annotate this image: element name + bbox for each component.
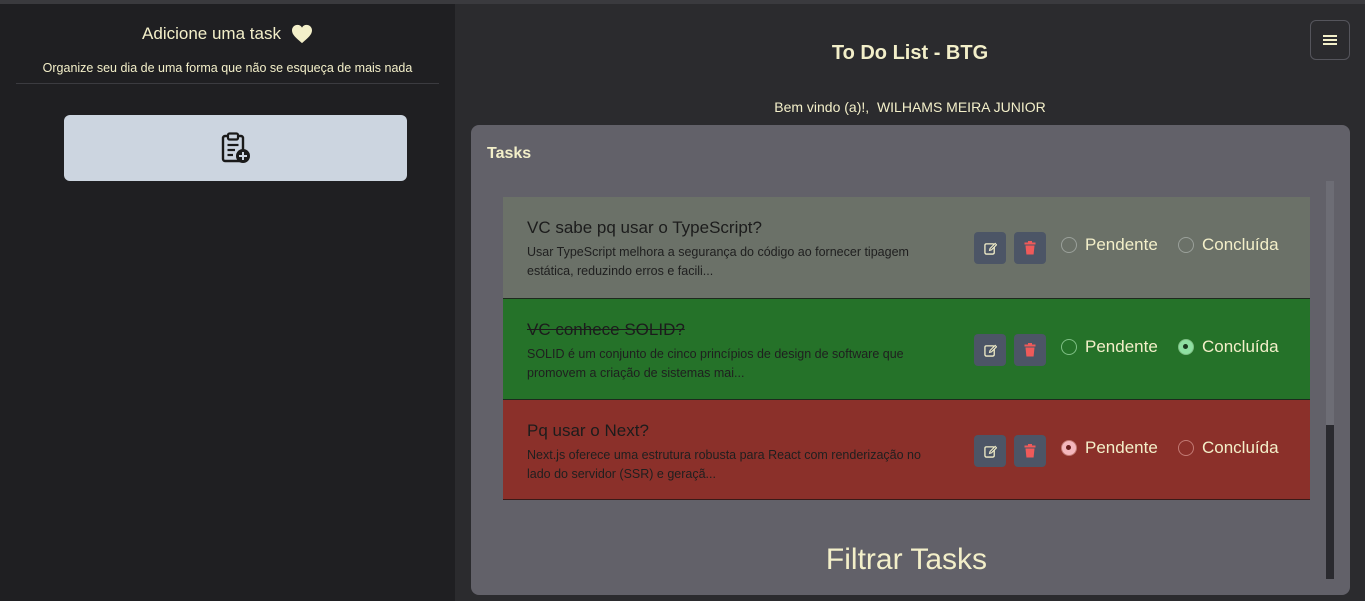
status-done-option[interactable]: Concluída <box>1178 438 1279 458</box>
pending-label: Pendente <box>1085 235 1158 254</box>
delete-task-button[interactable] <box>1014 334 1046 366</box>
page-title: To Do List - BTG <box>831 42 989 64</box>
pending-label: Pendente <box>1085 438 1158 457</box>
tasks-scrollbar[interactable] <box>1326 181 1334 579</box>
done-radio[interactable] <box>1178 237 1194 253</box>
done-label: Concluída <box>1202 235 1279 254</box>
pending-label: Pendente <box>1085 337 1158 356</box>
pending-radio[interactable] <box>1061 440 1077 456</box>
edit-task-button[interactable] <box>974 232 1006 264</box>
trash-icon <box>1024 444 1036 458</box>
task-card: VC conhece SOLID? SOLID é um conjunto de… <box>503 298 1310 399</box>
done-radio[interactable] <box>1178 339 1194 355</box>
task-title: VC conhece SOLID? <box>527 320 685 339</box>
clipboard-plus-icon <box>221 132 250 163</box>
done-label: Concluída <box>1202 438 1279 457</box>
filter-tasks-title: Filtrar Tasks <box>825 543 988 576</box>
task-description: SOLID é um conjunto de cinco princípios … <box>527 347 904 380</box>
sidebar-header: Adicione uma task <box>0 24 455 44</box>
sidebar-title: Adicione uma task <box>142 24 281 43</box>
add-task-button[interactable] <box>64 115 407 181</box>
user-name: WILHAMS MEIRA JUNIOR <box>876 99 1046 115</box>
welcome-prefix: Bem vindo (a)!, <box>774 99 870 115</box>
edit-task-button[interactable] <box>974 435 1006 467</box>
trash-icon <box>1024 343 1036 357</box>
trash-icon <box>1024 241 1036 255</box>
welcome-message: Bem vindo (a)!, WILHAMS MEIRA JUNIOR <box>455 99 1365 115</box>
task-card: Pq usar o Next? Next.js oferece uma estr… <box>503 399 1310 500</box>
task-description: Next.js oferece uma estrutura robusta pa… <box>527 448 921 481</box>
status-pending-option[interactable]: Pendente <box>1061 235 1158 255</box>
status-done-option[interactable]: Concluída <box>1178 337 1279 357</box>
sidebar: Adicione uma task Organize seu dia de um… <box>0 4 455 601</box>
status-pending-option[interactable]: Pendente <box>1061 337 1158 357</box>
edit-icon <box>983 445 997 458</box>
tasks-panel-title: Tasks <box>487 145 532 162</box>
main-content: To Do List - BTG Bem vindo (a)!, WILHAMS… <box>455 4 1365 601</box>
task-card: VC sabe pq usar o TypeScript? Usar TypeS… <box>503 197 1310 298</box>
task-title: Pq usar o Next? <box>527 421 649 440</box>
delete-task-button[interactable] <box>1014 232 1046 264</box>
heart-icon <box>291 24 312 44</box>
edit-icon <box>983 344 997 357</box>
edit-task-button[interactable] <box>974 334 1006 366</box>
edit-icon <box>983 242 997 255</box>
done-label: Concluída <box>1202 337 1279 356</box>
tasks-panel: Tasks VC sabe pq usar o TypeScript? Usar… <box>471 125 1350 595</box>
delete-task-button[interactable] <box>1014 435 1046 467</box>
pending-radio[interactable] <box>1061 237 1077 253</box>
status-pending-option[interactable]: Pendente <box>1061 438 1158 458</box>
pending-radio[interactable] <box>1061 339 1077 355</box>
done-radio[interactable] <box>1178 440 1194 456</box>
task-description: Usar TypeScript melhora a segurança do c… <box>527 245 909 278</box>
status-done-option[interactable]: Concluída <box>1178 235 1279 255</box>
sidebar-subtitle: Organize seu dia de uma forma que não se… <box>16 61 439 84</box>
task-title: VC sabe pq usar o TypeScript? <box>527 218 762 237</box>
